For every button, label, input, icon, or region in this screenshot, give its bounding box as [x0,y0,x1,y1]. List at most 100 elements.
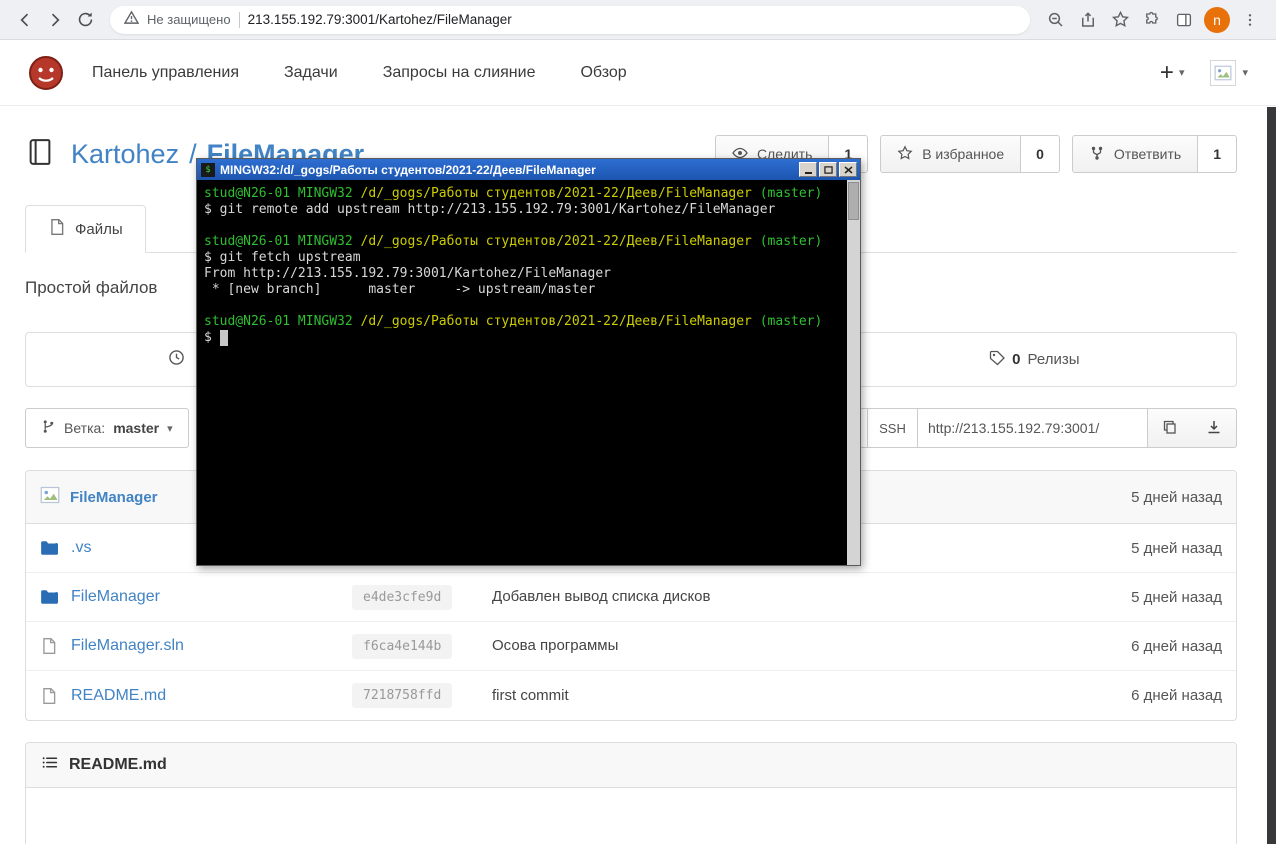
file-age: 6 дней назад [1131,687,1222,704]
fork-group: Ответвить 1 [1071,135,1237,173]
close-icon[interactable] [839,162,857,177]
commit-hash-link[interactable]: f6ca4e144b [352,633,453,659]
commit-message-link[interactable]: Добавлен вывод списка дисков [492,588,711,605]
commit-hash-link[interactable]: 7218758ffd [352,683,453,708]
fork-count[interactable]: 1 [1198,135,1237,173]
ssh-protocol-button[interactable]: SSH [867,408,917,448]
zoom-icon[interactable] [1040,5,1072,35]
star-button[interactable]: В избранное [880,135,1022,173]
nav-item[interactable]: Запросы на слияние [383,64,536,82]
tab-files-label: Файлы [75,220,123,238]
branch-icon [41,419,56,437]
readme-header: README.md [26,743,1236,788]
terminal-body[interactable]: stud@N26-01 MINGW32 /d/_gogs/Работы студ… [197,180,860,565]
history-icon [168,349,185,370]
browser-menu-icon[interactable] [1234,5,1266,35]
terminal-titlebar[interactable]: $ MINGW32:/d/_gogs/Работы студентов/2021… [197,159,860,180]
star-count[interactable]: 0 [1021,135,1060,173]
tab-files[interactable]: Файлы [25,205,146,253]
file-link[interactable]: .vs [71,539,91,557]
nav-item[interactable]: Обзор [580,64,626,82]
navbar-right: + ▾ ▾ [1159,58,1248,86]
warning-icon [123,9,140,30]
clone-url-input[interactable] [917,408,1147,448]
file-link[interactable]: README.md [71,687,166,705]
download-button[interactable] [1192,408,1237,448]
gogs-navbar: Панель управления Задачи Запросы на слияни… [0,40,1276,106]
fork-icon [1089,145,1105,164]
repo-owner-link[interactable]: Kartohez [71,139,179,170]
repo-description: Простой файлов [25,278,158,297]
copy-url-button[interactable] [1147,408,1192,448]
commit-message-link[interactable]: Осова программы [492,637,618,654]
commit-message-link[interactable]: first commit [492,687,569,704]
file-age: 6 дней назад [1131,637,1222,655]
nav-item[interactable]: Задачи [284,64,338,82]
side-panel-icon[interactable] [1168,5,1200,35]
terminal-scroll-thumb[interactable] [848,182,859,220]
file-link[interactable]: FileManager.sln [71,637,184,655]
terminal-line: * [new branch] master -> upstream/master [204,282,596,297]
browser-toolbar: Не защищено 213.155.192.79:3001/Kartohez… [0,0,1276,40]
url-text: 213.155.192.79:3001/Kartohez/FileManager [247,12,512,27]
readme-title: README.md [69,756,167,773]
list-icon [41,754,58,776]
refresh-icon[interactable] [70,5,100,35]
new-repo-menu[interactable]: + ▾ [1159,58,1185,86]
page-scrollbar[interactable] [1267,107,1276,844]
terminal-window[interactable]: $ MINGW32:/d/_gogs/Работы студентов/2021… [196,158,861,566]
file-icon [48,218,66,240]
terminal-line: From http://213.155.192.79:3001/Kartohez… [204,266,611,281]
tag-icon [989,350,1006,370]
repository-icon [25,137,55,172]
back-icon[interactable] [10,5,40,35]
terminal-title: MINGW32:/d/_gogs/Работы студентов/2021-2… [220,162,596,177]
terminal-line: $ git fetch upstream [204,250,361,265]
chevron-down-icon: ▾ [167,422,173,435]
file-row: FileManager.sln f6ca4e144b Осова программы… [26,622,1236,671]
clone-url-group: HTTP SSH [817,408,1237,448]
download-icon [1206,419,1222,438]
stat-releases[interactable]: 0 Релизы [833,333,1236,386]
file-row: README.md 7218758ffd first commit 6 дней на… [26,671,1236,720]
fork-button[interactable]: Ответвить [1071,135,1199,173]
branch-name: master [113,420,160,436]
security-label: Не защищено [147,12,231,27]
screen: Не защищено 213.155.192.79:3001/Kartohez… [0,0,1276,844]
address-bar[interactable]: Не защищено 213.155.192.79:3001/Kartohez… [110,5,1030,34]
bookmark-star-icon[interactable] [1104,5,1136,35]
readme-section: README.md [25,742,1237,844]
gogs-logo[interactable] [28,55,64,91]
plus-icon: + [1159,58,1174,86]
forward-icon[interactable] [40,5,70,35]
releases-count: 0 [1012,351,1021,368]
profile-avatar[interactable]: n [1204,6,1230,33]
file-icon [40,687,58,705]
terminal-line: stud@N26-01 MINGW32 /d/_gogs/Работы студ… [204,314,823,329]
terminal-scrollbar[interactable] [847,180,860,565]
star-icon [897,144,913,164]
file-row: FileManager e4de3cfe9d Добавлен вывод спис… [26,573,1236,622]
folder-icon [40,539,58,557]
star-label: В избранное [922,146,1005,162]
terminal-line: stud@N26-01 MINGW32 /d/_gogs/Работы студ… [204,186,823,201]
user-avatar [1210,59,1237,86]
branch-selector[interactable]: Ветка: master ▾ [25,408,189,448]
user-menu[interactable]: ▾ [1210,59,1248,86]
releases-label: Релизы [1027,351,1080,368]
profile-initial: n [1213,11,1221,28]
committer-link[interactable]: FileManager [70,489,158,506]
share-icon[interactable] [1072,5,1104,35]
file-link[interactable]: FileManager [71,588,160,606]
minimize-icon[interactable] [799,162,817,177]
commit-hash-link[interactable]: e4de3cfe9d [352,584,453,610]
copy-icon [1162,419,1178,438]
chevron-down-icon: ▾ [1242,67,1248,79]
extensions-icon[interactable] [1136,5,1168,35]
maximize-icon[interactable] [819,162,837,177]
latest-commit-age: 5 дней назад [1131,488,1222,506]
nav-item[interactable]: Панель управления [92,64,239,82]
file-age: 5 дней назад [1131,588,1222,606]
